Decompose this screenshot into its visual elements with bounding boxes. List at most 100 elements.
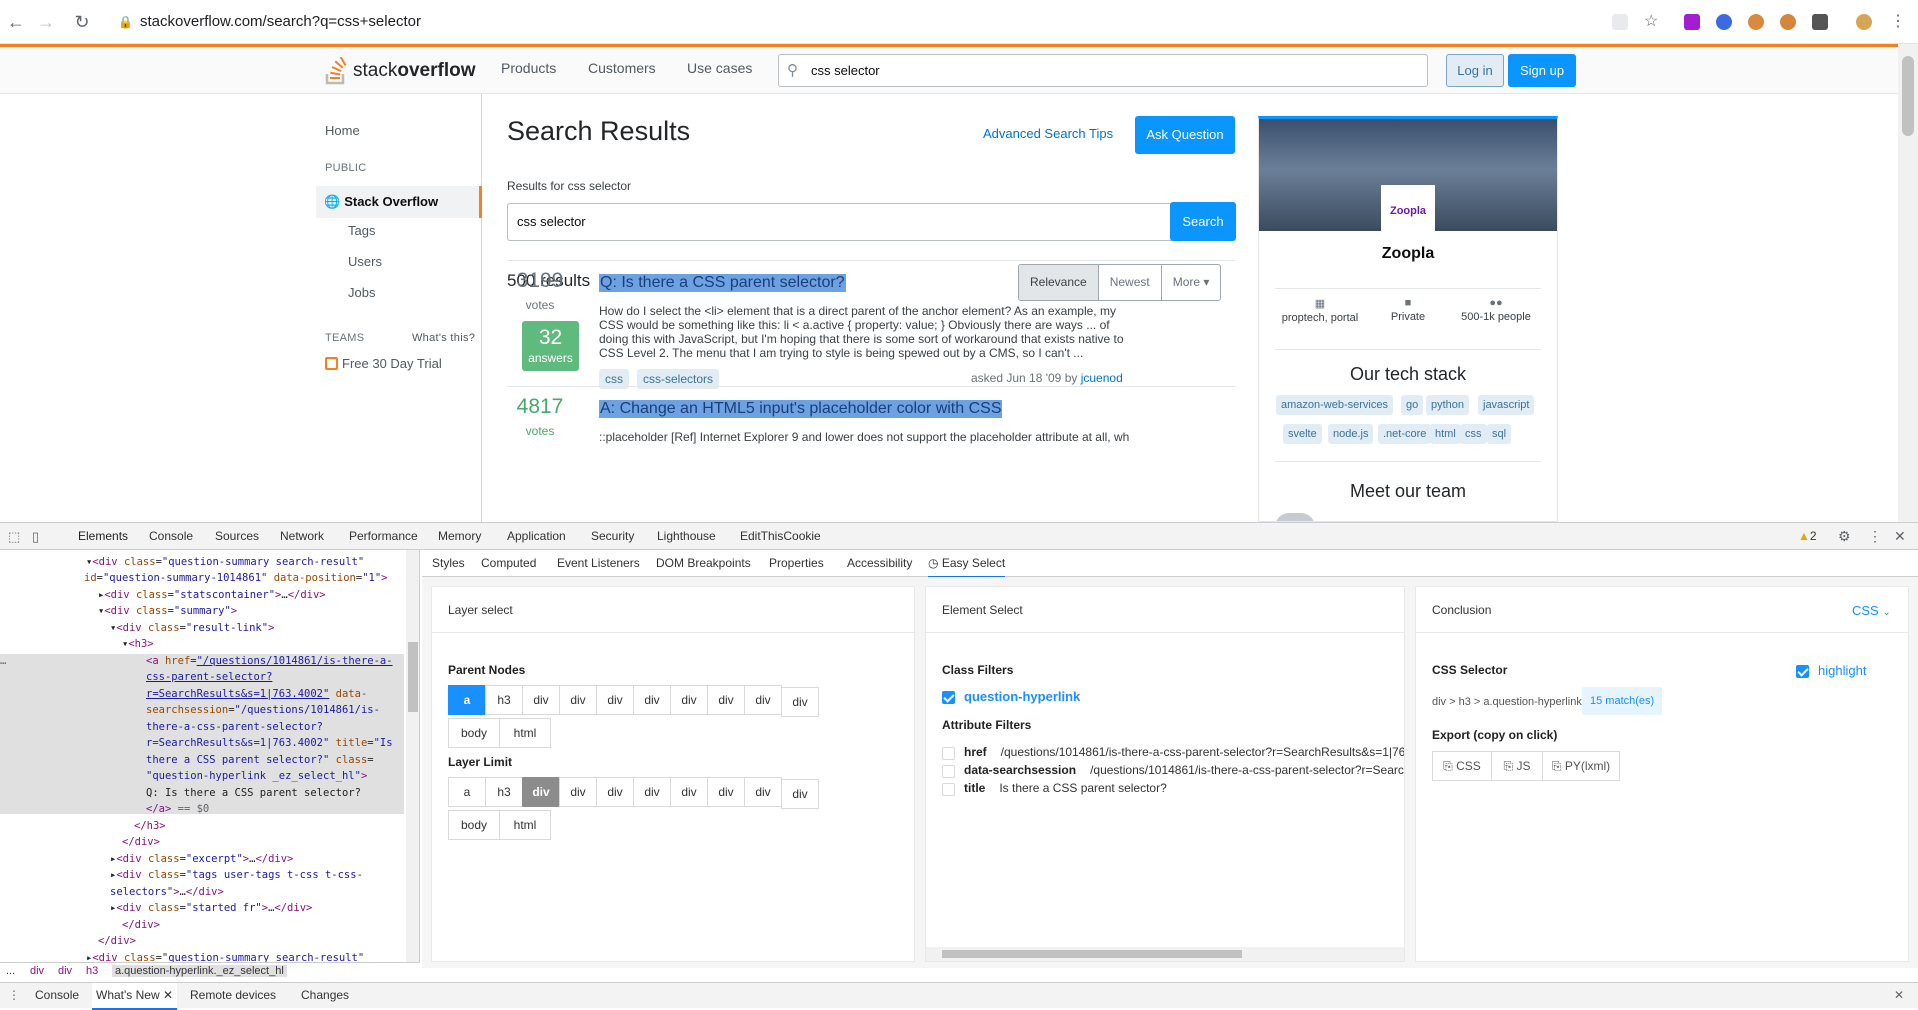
tech-tag[interactable]: svelte (1283, 424, 1322, 444)
tech-tag[interactable]: sql (1487, 424, 1512, 444)
extension-icon[interactable] (1748, 14, 1764, 30)
close-icon[interactable]: ✕ (163, 988, 173, 1002)
drawer-tab-console[interactable]: Console (35, 983, 79, 1008)
breadcrumb-item[interactable]: h3 (86, 965, 98, 977)
tab-event-listeners[interactable]: Event Listeners (557, 550, 640, 576)
inspect-element-icon[interactable]: ⬚ (8, 523, 20, 550)
parent-node-button[interactable]: div (522, 685, 560, 715)
close-devtools-icon[interactable]: ✕ (1894, 523, 1906, 550)
tech-tag[interactable]: node.js (1328, 424, 1374, 444)
translate-icon[interactable] (1612, 14, 1628, 30)
parent-node-button[interactable]: div (744, 685, 782, 715)
tab-memory[interactable]: Memory (438, 523, 481, 550)
drawer-tab-changes[interactable]: Changes (301, 983, 349, 1008)
free-trial-link[interactable]: Free 30 Day Trial (325, 356, 442, 371)
layer-limit-button[interactable]: a (448, 777, 486, 807)
browser-menu-icon[interactable]: ⋮ (1886, 10, 1910, 34)
tech-tag[interactable]: .net-core (1378, 424, 1432, 444)
sidebar-item-tags[interactable]: Tags (348, 223, 375, 238)
sidebar-item-users[interactable]: Users (348, 254, 382, 269)
stackoverflow-logo[interactable]: stackoverflow (325, 56, 475, 86)
parent-node-button[interactable]: div (596, 685, 634, 715)
attribute-filter-checkbox[interactable] (942, 747, 955, 760)
zoopla-logo[interactable]: Zoopla (1381, 185, 1435, 237)
tab-editthiscookie[interactable]: EditThisCookie (740, 523, 821, 550)
layer-limit-button[interactable]: h3 (485, 777, 523, 807)
dom-node[interactable]: </h3> (134, 818, 166, 834)
warning-counter[interactable]: ▲2 (1798, 523, 1817, 550)
login-button[interactable]: Log in (1446, 54, 1504, 87)
layer-limit-button[interactable]: div (670, 777, 708, 807)
nav-products[interactable]: Products (501, 60, 556, 76)
company-name[interactable]: Zoopla (1259, 245, 1557, 263)
class-filter-label[interactable]: question-hyperlink (964, 689, 1080, 704)
sidebar-item-stackoverflow[interactable]: 🌐 Stack Overflow (316, 186, 482, 218)
layer-limit-button[interactable]: div (522, 777, 560, 807)
back-icon[interactable]: ← (4, 10, 28, 34)
cookie-extension-icon[interactable] (1780, 14, 1796, 30)
layer-limit-button[interactable]: div (707, 777, 745, 807)
tech-tag[interactable]: html (1430, 424, 1461, 444)
nav-customers[interactable]: Customers (588, 60, 656, 76)
scrollbar-thumb[interactable] (408, 642, 418, 712)
parent-node-button[interactable]: body (448, 718, 500, 748)
extension-icon[interactable] (1716, 14, 1732, 30)
tab-sources[interactable]: Sources (215, 523, 259, 550)
sidebar-item-home[interactable]: Home (325, 123, 360, 138)
parent-node-button[interactable]: div (781, 687, 819, 717)
parent-node-button[interactable]: html (499, 718, 551, 748)
devtools-menu-icon[interactable]: ⋮ (1868, 523, 1882, 550)
breadcrumb-item[interactable]: div (30, 965, 44, 977)
drawer-tab-whats-new[interactable]: What's New ✕ (92, 983, 178, 1010)
attribute-filter-checkbox[interactable] (942, 765, 955, 778)
reload-icon[interactable]: ↻ (70, 10, 94, 34)
drawer-tab-remote-devices[interactable]: Remote devices (190, 983, 276, 1008)
dom-node[interactable]: ▾<div class="result-link"> (110, 620, 274, 636)
export-py-button[interactable]: ⎘ PY(lxml) (1542, 751, 1620, 781)
layer-limit-button[interactable]: div (633, 777, 671, 807)
tech-tag[interactable]: amazon-web-services (1276, 395, 1393, 415)
export-css-button[interactable]: ⎘ CSS (1432, 751, 1492, 781)
tab-properties[interactable]: Properties (769, 550, 824, 576)
bookmark-star-icon[interactable]: ☆ (1644, 14, 1660, 30)
dom-node[interactable]: ▸<div class="excerpt">…</div> (110, 851, 293, 867)
parent-node-button[interactable]: div (559, 685, 597, 715)
dom-node[interactable]: ▸<div class="statscontainer">…</div> (98, 587, 326, 603)
dom-node-selected[interactable]: <a href="/questions/1014861/is-there-a- (146, 653, 393, 669)
header-search-input[interactable]: ⚲ css selector (778, 54, 1428, 87)
team-member-avatar[interactable] (1275, 513, 1315, 521)
layer-limit-button[interactable]: div (596, 777, 634, 807)
parent-node-button[interactable]: div (707, 685, 745, 715)
layer-limit-button[interactable]: body (448, 810, 500, 840)
tab-security[interactable]: Security (591, 523, 634, 550)
element-select-hscrollbar[interactable] (926, 947, 1404, 961)
dom-node[interactable]: </div> (98, 933, 136, 949)
parent-node-button[interactable]: h3 (485, 685, 523, 715)
layer-limit-button[interactable]: div (744, 777, 782, 807)
device-toolbar-icon[interactable]: ▯ (32, 523, 39, 550)
tech-tag[interactable]: javascript (1478, 395, 1535, 415)
tab-network[interactable]: Network (280, 523, 324, 550)
question-title-link[interactable]: A: Change an HTML5 input's placeholder c… (599, 400, 1003, 418)
tab-performance[interactable]: Performance (349, 523, 418, 550)
drawer-menu-icon[interactable]: ⋮ (8, 983, 20, 1008)
scrollbar-thumb[interactable] (1902, 56, 1914, 136)
layer-limit-button[interactable]: div (781, 779, 819, 809)
parent-node-button[interactable]: div (633, 685, 671, 715)
signup-button[interactable]: Sign up (1508, 54, 1576, 87)
extension-icon[interactable] (1684, 14, 1700, 30)
tab-styles[interactable]: Styles (432, 550, 465, 576)
question-title-link[interactable]: Q: Is there a CSS parent selector? (599, 274, 846, 292)
parent-node-button[interactable]: a (448, 685, 486, 715)
extension-icon[interactable] (1812, 14, 1828, 30)
tab-lighthouse[interactable]: Lighthouse (657, 523, 716, 550)
tab-easy-select[interactable]: ◷ Easy Select (928, 550, 1006, 578)
nav-use-cases[interactable]: Use cases (687, 60, 752, 76)
breadcrumb-item[interactable]: div (58, 965, 72, 977)
elements-scrollbar[interactable] (406, 550, 419, 968)
dom-node[interactable]: ▾<div class="question-summary search-res… (86, 554, 364, 570)
profile-avatar[interactable] (1856, 14, 1872, 30)
tech-tag[interactable]: go (1401, 395, 1424, 415)
tech-tag[interactable]: python (1426, 395, 1470, 415)
layer-limit-button[interactable]: div (559, 777, 597, 807)
